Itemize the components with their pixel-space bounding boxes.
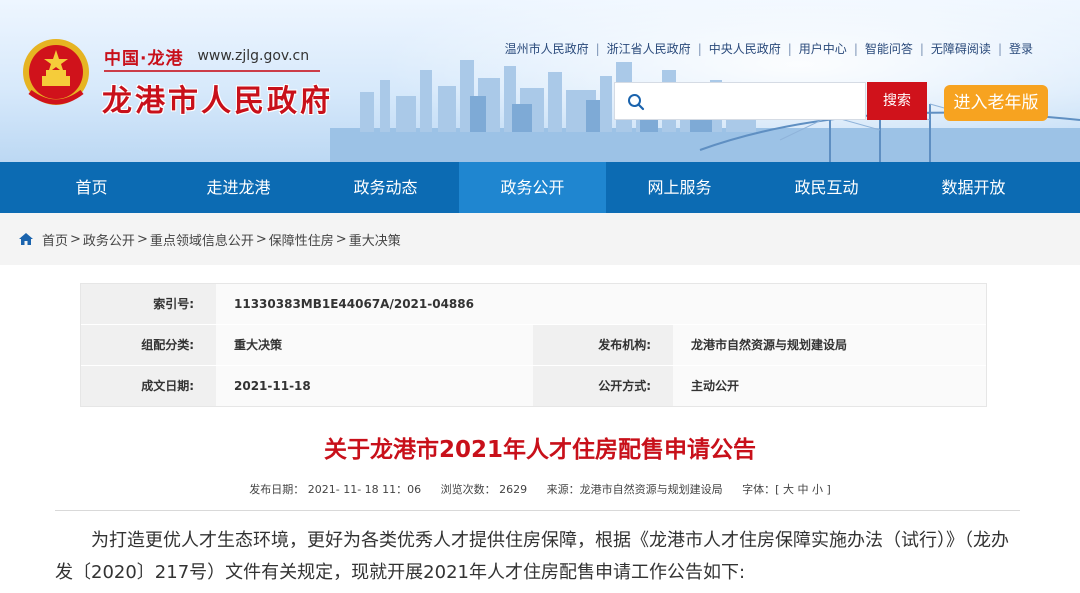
article-meta: 发布日期： 2021- 11- 18 11：06 浏览次数： 2629 来源：龙… [0,481,1080,497]
top-links: 温州市人民政府 | 浙江省人民政府 | 中央人民政府 | 用户中心 | 智能问答 | 无障… [498,40,1040,57]
breadcrumb-major-decisions[interactable]: 重大决策 [349,230,401,249]
info-value-date: 2021-11-18 [216,366,533,406]
brand-url: www.zjlg.gov.cn [197,48,310,64]
breadcrumb: 首页 > 政务公开 > 重点领域信息公开 > 保障性住房 > 重大决策 [0,213,1080,265]
main-nav: 首页 走进龙港 政务动态 政务公开 网上服务 政民互动 数据开放 [0,162,1080,213]
nav-item-online-services[interactable]: 网上服务 [606,162,753,213]
search-box [614,82,866,120]
link-wenzhou-gov[interactable]: 温州市人民政府 [498,40,596,57]
link-smart-qa[interactable]: 智能问答 [858,40,920,57]
breadcrumb-separator: > [335,231,347,247]
search-button[interactable]: 搜索 [867,82,927,120]
elder-mode-button[interactable]: 进入老年版 [944,85,1048,121]
article-paragraph: 为打造更优人才生态环境，更好为各类优秀人才提供住房保障，根据《龙港市人才住房保障… [55,530,1009,583]
breadcrumb-home[interactable]: 首页 [42,230,68,249]
info-value-method: 主动公开 [673,366,986,406]
link-accessible-reading[interactable]: 无障碍阅读 [924,40,998,57]
nav-item-home[interactable]: 首页 [18,162,165,213]
link-user-center[interactable]: 用户中心 [792,40,854,57]
info-value-category: 重大决策 [216,325,533,365]
site-title[interactable]: 龙港市人民政府 [102,76,333,120]
brand-subtitle: 中国·龙港 www.zjlg.gov.cn [104,44,310,69]
nav-item-public-interaction[interactable]: 政民互动 [753,162,900,213]
info-row-category: 组配分类: 重大决策 发布机构: 龙港市自然资源与规划建设局 [81,325,986,366]
article-title: 关于龙港市2021年人才住房配售申请公告 [323,437,756,463]
info-value-index: 11330383MB1E44067A/2021-04886 [216,284,986,324]
link-zhejiang-gov[interactable]: 浙江省人民政府 [600,40,698,57]
nav-item-gov-news[interactable]: 政务动态 [312,162,459,213]
site-header: 中国·龙港 www.zjlg.gov.cn 龙港市人民政府 温州市人民政府 | 浙… [0,0,1080,162]
nav-item-about-longgang[interactable]: 走进龙港 [165,162,312,213]
breadcrumb-separator: > [136,231,148,247]
search-icon [628,94,645,111]
home-icon [19,233,33,245]
info-row-date: 成文日期: 2021-11-18 公开方式: 主动公开 [81,366,986,406]
breadcrumb-separator: > [70,231,81,247]
document-info-table: 索引号: 11330383MB1E44067A/2021-04886 组配分类:… [80,283,987,407]
meta-source: 来源：龙港市自然资源与规划建设局 [546,483,723,496]
link-login[interactable]: 登录 [1002,40,1040,57]
info-label-publisher: 发布机构: [533,325,673,365]
brand-cn: 中国·龙港 [104,48,184,69]
meta-publish-date: 发布日期： 2021- 11- 18 11：06 [249,483,422,496]
nav-item-gov-disclosure[interactable]: 政务公开 [459,162,606,213]
brand-underline [104,70,320,72]
info-label-date: 成文日期: [81,366,216,406]
info-label-category: 组配分类: [81,325,216,365]
meta-view-count: 浏览次数： 2629 [440,483,528,496]
info-row-index: 索引号: 11330383MB1E44067A/2021-04886 [81,284,986,325]
national-emblem-icon [23,39,89,105]
search-input[interactable] [655,87,859,115]
breadcrumb-key-areas[interactable]: 重点领域信息公开 [150,230,254,249]
breadcrumb-separator: > [255,231,267,247]
info-label-index: 索引号: [81,284,216,324]
info-value-publisher: 龙港市自然资源与规划建设局 [673,325,986,365]
info-label-method: 公开方式: [533,366,673,406]
breadcrumb-gov-disclosure[interactable]: 政务公开 [83,230,135,249]
nav-item-open-data[interactable]: 数据开放 [900,162,1047,213]
meta-font-size-control[interactable]: 字体：[ 大 中 小 ] [742,483,831,496]
breadcrumb-affordable-housing[interactable]: 保障性住房 [269,230,334,249]
title-divider [55,510,1020,511]
link-central-gov[interactable]: 中央人民政府 [702,40,788,57]
